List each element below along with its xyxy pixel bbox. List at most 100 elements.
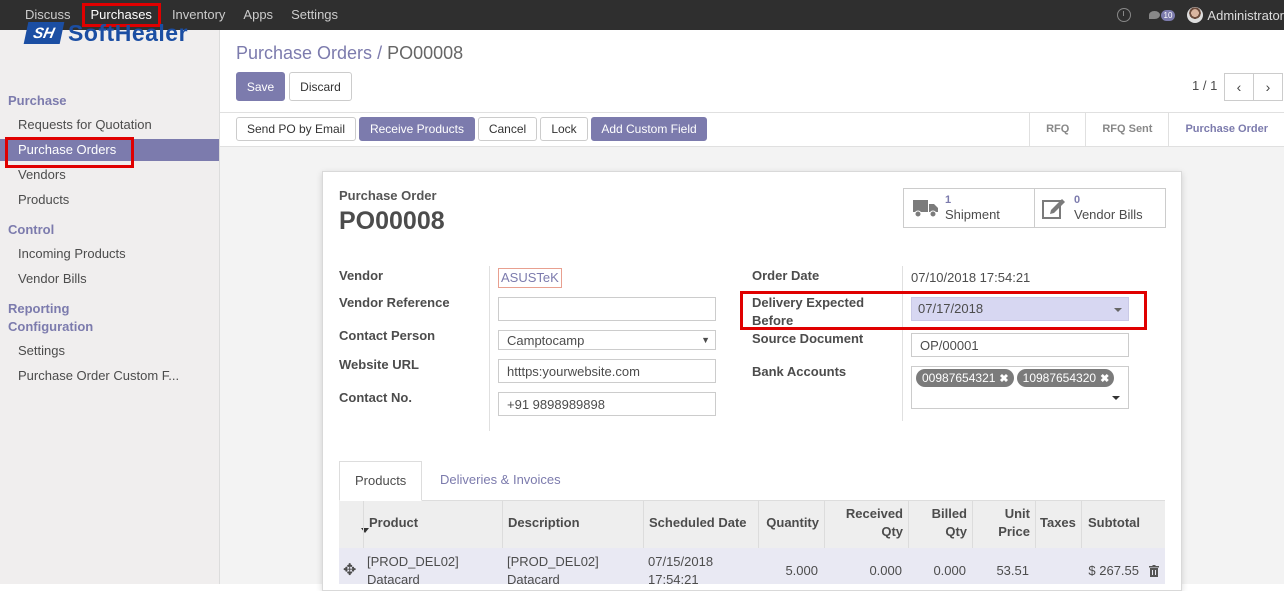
column-header-description[interactable]: Description — [502, 501, 643, 548]
handle-column-header — [339, 501, 369, 548]
cancel-button[interactable]: Cancel — [478, 117, 537, 141]
stage-bar: RFQ RFQ Sent Purchase Order — [1029, 113, 1284, 146]
cell-billed: 0.000 — [933, 563, 966, 578]
bank-account-tag-label: 10987654320 — [1022, 371, 1097, 385]
sidebar-item-vendors[interactable]: Vendors — [18, 167, 66, 182]
add-custom-field-button[interactable]: Add Custom Field — [591, 117, 707, 141]
vendor-reference-input[interactable] — [498, 297, 716, 321]
breadcrumb-current: PO00008 — [387, 43, 464, 63]
stage-purchase-order[interactable]: Purchase Order — [1168, 113, 1284, 146]
sidebar-section-control: Control — [8, 222, 55, 237]
sidebar-item-settings[interactable]: Settings — [18, 343, 65, 358]
cell-product-line2: Datacard — [367, 572, 420, 587]
column-header-product[interactable]: Product — [363, 501, 503, 548]
source-document-label: Source Document — [752, 331, 864, 346]
breadcrumb: Purchase Orders / PO00008 — [236, 43, 463, 64]
breadcrumb-parent[interactable]: Purchase Orders — [236, 43, 372, 63]
contact-no-input[interactable]: +91 9898989898 — [498, 392, 716, 416]
dropdown-arrow-icon: ▼ — [701, 335, 710, 345]
remove-tag-icon[interactable]: ✖ — [1100, 372, 1109, 385]
company-logo: SH SoftHealer — [23, 20, 196, 46]
notebook-tabs: Products Deliveries & Invoices — [339, 461, 1165, 501]
menu-settings[interactable]: Settings — [282, 0, 347, 30]
chat-bubble-icon — [1148, 11, 1160, 19]
trash-icon[interactable] — [1149, 565, 1159, 577]
sidebar-item-vendor-bills[interactable]: Vendor Bills — [18, 271, 87, 286]
truck-icon — [913, 200, 938, 218]
pager-next-button[interactable]: › — [1253, 73, 1283, 101]
cell-description-line2: Datacard — [507, 572, 560, 587]
highlight-outline-purchase-orders — [5, 137, 134, 168]
column-header-quantity[interactable]: Quantity — [758, 501, 824, 548]
sidebar-section-configuration: Configuration — [8, 319, 94, 334]
cell-received: 0.000 — [869, 563, 902, 578]
column-header-product-label: Product — [369, 515, 419, 530]
group-divider-left — [489, 266, 490, 431]
cell-scheduled-line2: 17:54:21 — [648, 572, 699, 587]
vendor-bills-count: 0 — [1074, 194, 1081, 206]
vendor-bills-label: Vendor Bills — [1074, 207, 1143, 222]
vendor-link[interactable]: ASUSTeK — [498, 268, 562, 288]
column-header-scheduled-date[interactable]: Scheduled Date — [643, 501, 758, 548]
order-date-label: Order Date — [752, 268, 820, 283]
column-header-taxes[interactable]: Taxes — [1035, 501, 1081, 548]
column-header-received-label: Received — [845, 506, 903, 521]
vendor-bills-smart-button[interactable]: 0 Vendor Bills — [1034, 188, 1166, 228]
remove-tag-icon[interactable]: ✖ — [999, 372, 1008, 385]
column-header-received-qty[interactable]: Received Qty — [824, 501, 908, 548]
menu-apps[interactable]: Apps — [234, 0, 282, 30]
website-url-label: Website URL — [339, 357, 419, 372]
bank-account-tag: 00987654321 ✖ — [916, 369, 1014, 387]
highlight-outline-delivery — [740, 291, 1147, 330]
messaging-menu[interactable]: 10 — [1148, 9, 1176, 21]
user-avatar[interactable] — [1187, 7, 1204, 23]
caret-down-icon — [1112, 396, 1120, 400]
column-header-unit-price[interactable]: Unit Price — [972, 501, 1035, 548]
source-document-input[interactable]: OP/00001 — [911, 333, 1129, 357]
save-button[interactable]: Save — [236, 72, 285, 101]
pager-value: 1 / 1 — [1192, 78, 1218, 93]
cell-quantity: 5.000 — [785, 563, 818, 578]
sidebar-item-custom-fields[interactable]: Purchase Order Custom F... — [18, 368, 179, 383]
column-header-subtotal-label: Subtotal — [1088, 515, 1140, 530]
bank-account-tag: 10987654320 ✖ — [1016, 369, 1115, 387]
column-header-billed-qty[interactable]: Billed Qty — [908, 501, 972, 548]
chat-count-badge: 10 — [1160, 9, 1176, 21]
bank-accounts-many2many[interactable]: 00987654321 ✖ 10987654320 ✖ — [911, 366, 1129, 409]
receive-products-button[interactable]: Receive Products — [359, 117, 475, 141]
column-header-billed-label-2: Qty — [945, 524, 967, 539]
activity-clock-icon[interactable] — [1116, 8, 1131, 22]
sidebar-section-reporting[interactable]: Reporting — [8, 301, 69, 316]
discard-button[interactable]: Discard — [289, 72, 352, 101]
vendor-label: Vendor — [339, 268, 384, 283]
contact-person-value: Camptocamp — [507, 332, 585, 348]
cell-unit-price: 53.51 — [996, 563, 1029, 578]
shipment-smart-button[interactable]: 1 Shipment — [903, 188, 1035, 228]
sidebar-item-products[interactable]: Products — [18, 192, 69, 207]
sidebar-item-incoming-products[interactable]: Incoming Products — [18, 246, 126, 261]
send-po-email-button[interactable]: Send PO by Email — [236, 117, 356, 141]
table-row[interactable]: ✥ [PROD_DEL02] Datacard [PROD_DEL02] Dat… — [339, 548, 1165, 587]
stage-rfq-sent[interactable]: RFQ Sent — [1085, 113, 1168, 146]
tab-products[interactable]: Products — [339, 461, 423, 501]
cell-product-line1: [PROD_DEL02] — [367, 554, 459, 569]
website-url-input[interactable]: htttps:yourwebsite.com — [498, 359, 716, 383]
form-subtitle: Purchase Order — [339, 188, 437, 203]
tab-deliveries-invoices[interactable]: Deliveries & Invoices — [425, 461, 576, 501]
column-header-unit-label: Unit — [1004, 506, 1030, 521]
column-header-taxes-label: Taxes — [1040, 515, 1076, 530]
column-header-unit-label-2: Price — [998, 524, 1030, 539]
column-header-subtotal[interactable]: Subtotal — [1081, 501, 1143, 548]
drag-handle-icon[interactable]: ✥ — [343, 560, 356, 580]
column-header-quantity-label: Quantity — [766, 515, 819, 530]
contact-person-select[interactable]: Camptocamp ▼ — [498, 330, 716, 350]
pager-previous-button[interactable]: ‹ — [1224, 73, 1254, 101]
sidebar-item-rfq[interactable]: Requests for Quotation — [18, 117, 152, 132]
stage-rfq[interactable]: RFQ — [1029, 113, 1085, 146]
order-date-value: 07/10/2018 17:54:21 — [911, 270, 1031, 285]
user-menu[interactable]: Administrator — [1207, 8, 1284, 23]
bank-accounts-label: Bank Accounts — [752, 364, 847, 379]
cell-scheduled-line1: 07/15/2018 — [648, 554, 714, 569]
lock-button[interactable]: Lock — [540, 117, 588, 141]
logo-mark: SH — [23, 22, 65, 44]
